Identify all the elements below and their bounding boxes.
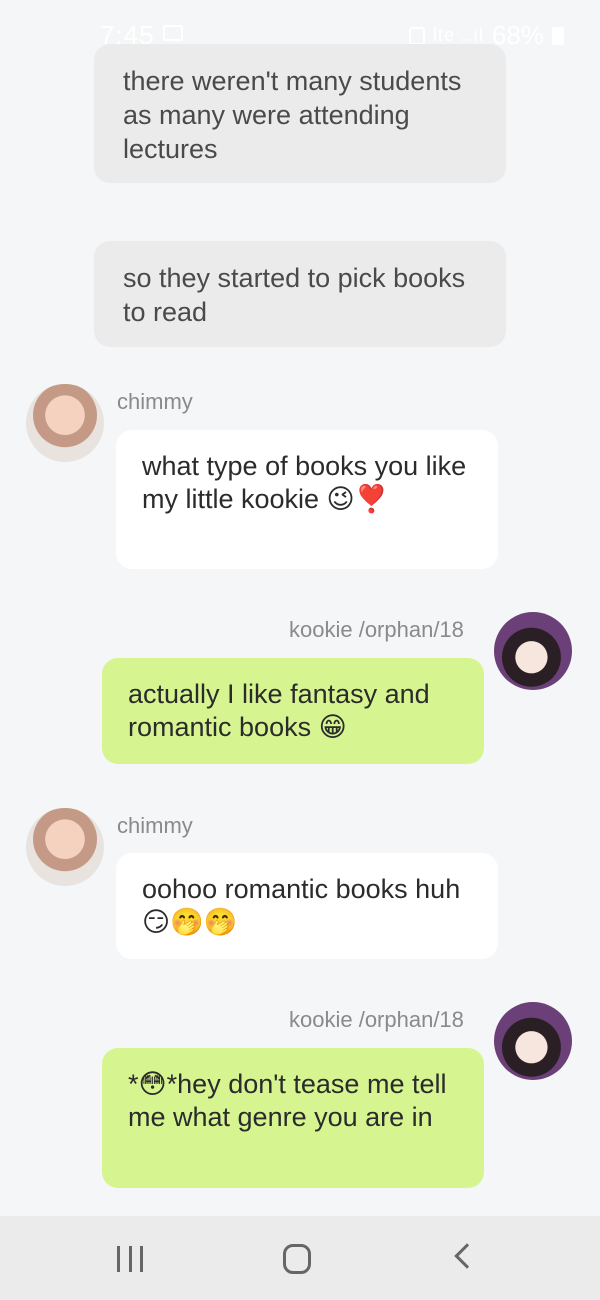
back-icon[interactable] bbox=[454, 1243, 480, 1269]
message-bubble-received[interactable]: what type of books you like my little ko… bbox=[116, 430, 498, 569]
avatar-kookie[interactable] bbox=[494, 1002, 572, 1080]
status-bar: 7:45 lte ..ıl 68% bbox=[0, 0, 600, 50]
home-icon[interactable] bbox=[283, 1244, 311, 1274]
recents-icon[interactable] bbox=[117, 1246, 143, 1272]
battery-icon bbox=[552, 26, 564, 45]
avatar-chimmy[interactable] bbox=[26, 808, 104, 886]
narration-bubble: there weren't many students as many were… bbox=[94, 44, 506, 183]
sender-name-kookie: kookie /orphan/18 bbox=[289, 1007, 464, 1032]
alarm-icon bbox=[408, 26, 425, 45]
avatar-chimmy[interactable] bbox=[26, 384, 104, 462]
sender-name-kookie: kookie /orphan/18 bbox=[289, 617, 464, 642]
message-bubble-sent[interactable]: *😳*hey don't tease me tell me what genre… bbox=[102, 1048, 484, 1188]
narration-bubble: so they started to pick books to read bbox=[94, 241, 506, 347]
message-bubble-received[interactable]: oohoo romantic books huh 😏🤭🤭 bbox=[116, 853, 498, 959]
sender-name-chimmy: chimmy bbox=[117, 389, 193, 414]
sender-name-chimmy: chimmy bbox=[117, 813, 193, 838]
avatar-kookie[interactable] bbox=[494, 612, 572, 690]
message-bubble-sent[interactable]: actually I like fantasy and romantic boo… bbox=[102, 658, 484, 764]
signal-strength: lte ..ıl bbox=[432, 25, 484, 45]
navigation-bar bbox=[0, 1216, 600, 1300]
gallery-notification-icon bbox=[163, 25, 183, 41]
